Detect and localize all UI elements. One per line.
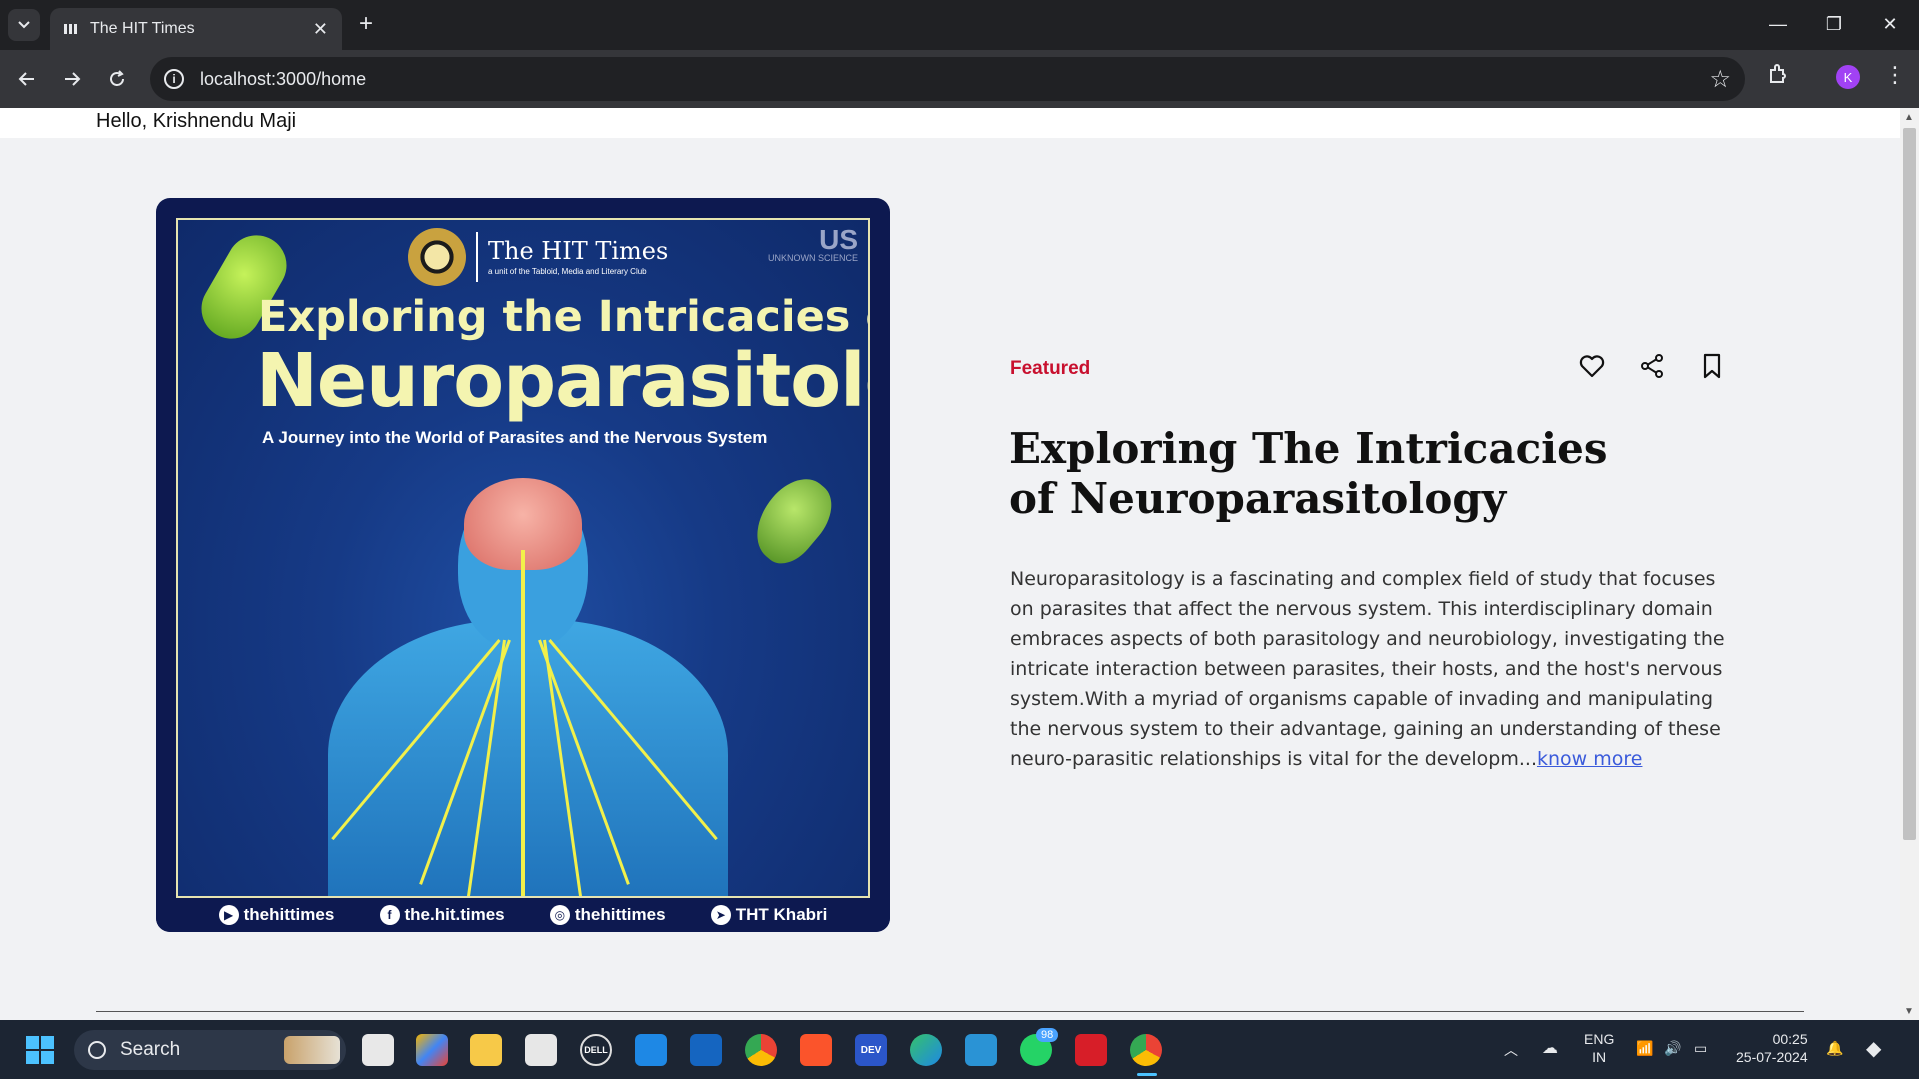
poster-frame: The HIT Times a unit of the Tabloid, Med… — [176, 218, 870, 898]
back-button[interactable] — [10, 62, 44, 96]
social-khabri: ➤ THT Khabri — [710, 905, 827, 925]
active-tab[interactable]: The HIT Times ✕ — [50, 8, 342, 50]
page-scrollbar[interactable]: ▲ ▼ — [1900, 108, 1919, 1020]
play-icon: ➤ — [710, 905, 731, 925]
scrollbar-thumb[interactable] — [1903, 128, 1916, 840]
restore-button[interactable]: ❐ — [1806, 6, 1862, 42]
new-tab-button[interactable]: + — [352, 10, 380, 38]
bookmark-star-icon[interactable]: ☆ — [1709, 65, 1731, 94]
human-body-illustration — [328, 620, 728, 896]
browser-menu-icon[interactable]: ⋮ — [1884, 62, 1906, 88]
taskbar-search[interactable]: Search — [74, 1030, 346, 1070]
profile-avatar[interactable]: K — [1836, 65, 1860, 89]
file-explorer-icon[interactable] — [470, 1034, 502, 1066]
poster-brand-name: The HIT Times — [488, 236, 669, 265]
like-button[interactable] — [1574, 348, 1610, 384]
brave-icon[interactable] — [800, 1034, 832, 1066]
tray-overflow-icon[interactable]: ︿ — [1504, 1040, 1518, 1060]
notepad-icon[interactable] — [965, 1034, 997, 1066]
poster-subheadline: A Journey into the World of Parasites an… — [262, 428, 768, 447]
featured-article-image[interactable]: The HIT Times a unit of the Tabloid, Med… — [156, 198, 890, 932]
poster-brand-sub: a unit of the Tabloid, Media and Literar… — [488, 266, 647, 276]
article-title[interactable]: Exploring The Intricacies of Neuroparasi… — [1009, 424, 1629, 524]
close-window-button[interactable]: ✕ — [1862, 6, 1918, 42]
heart-icon — [1579, 355, 1605, 378]
chevron-down-icon — [18, 21, 30, 29]
social-youtube: ▶ thehittimes — [218, 905, 334, 925]
page-viewport: Hello, Krishnendu Maji The HIT Times a u… — [0, 108, 1900, 1020]
onedrive-icon[interactable]: ☁ — [1542, 1038, 1558, 1058]
taskbar-search-label: Search — [120, 1039, 181, 1060]
whatsapp-badge: 98 — [1036, 1028, 1059, 1042]
facebook-icon: f — [379, 905, 400, 925]
edge-icon[interactable] — [910, 1034, 942, 1066]
poster-social-footer: ▶ thehittimes f the.hit.times ◎ thehittimes… — [156, 898, 890, 932]
url-text[interactable]: localhost:3000/home — [200, 69, 366, 90]
bookmark-icon — [1703, 353, 1721, 379]
college-seal-logo — [408, 228, 466, 286]
dev-app-icon[interactable]: DEV — [855, 1034, 887, 1066]
reload-button[interactable] — [100, 62, 134, 96]
task-view-icon[interactable] — [362, 1034, 394, 1066]
featured-tag: Featured — [1010, 358, 1091, 379]
red-app-icon[interactable] — [1075, 1034, 1107, 1066]
clock-time: 00:25 — [1772, 1031, 1808, 1047]
forward-button[interactable] — [55, 62, 89, 96]
extensions-icon[interactable] — [1766, 62, 1790, 92]
reload-icon — [110, 70, 124, 86]
social-instagram: ◎ thehittimes — [549, 905, 666, 925]
notification-bell-icon[interactable]: 🔔 — [1826, 1040, 1843, 1057]
browser-tab-strip: The HIT Times ✕ + — ❐ ✕ — [0, 0, 1919, 50]
wifi-icon[interactable]: 📶 — [1636, 1040, 1653, 1057]
scroll-down-icon[interactable]: ▼ — [1904, 1006, 1914, 1017]
git-app-icon[interactable] — [416, 1034, 448, 1066]
bookmark-button[interactable] — [1694, 348, 1730, 384]
section-divider — [96, 1011, 1804, 1012]
protozoan-illustration — [741, 466, 845, 574]
site-info-icon[interactable]: i — [164, 69, 184, 89]
instagram-icon: ◎ — [549, 905, 570, 925]
site-favicon-icon — [64, 24, 78, 34]
windows-taskbar: Search DELL DEV — [0, 1020, 1919, 1079]
close-tab-icon[interactable]: ✕ — [313, 19, 328, 40]
forward-arrow-icon — [65, 72, 81, 86]
volume-icon[interactable]: 🔊 — [1664, 1040, 1681, 1057]
article-excerpt: Neuroparasitology is a fascinating and c… — [1010, 564, 1740, 774]
tab-search-button[interactable] — [8, 9, 40, 41]
scroll-up-icon[interactable]: ▲ — [1904, 112, 1914, 123]
language-indicator[interactable]: ENG IN — [1584, 1030, 1614, 1066]
search-icon — [88, 1041, 106, 1059]
active-app-indicator — [1137, 1073, 1157, 1076]
dell-icon[interactable]: DELL — [580, 1034, 612, 1066]
article-excerpt-text: Neuroparasitology is a fascinating and c… — [1010, 568, 1725, 770]
spinal-cord-illustration — [521, 550, 525, 896]
user-greeting: Hello, Krishnendu Maji — [96, 110, 297, 132]
poster-headline-line2: Neuroparasitology — [256, 338, 868, 424]
tab-title: The HIT Times — [90, 20, 195, 37]
clock[interactable]: 00:25 25-07-2024 — [1736, 1030, 1808, 1066]
battery-icon[interactable]: ▭ — [1694, 1040, 1707, 1057]
window-app-icon[interactable] — [690, 1034, 722, 1066]
unknown-science-logo: US UNKNOWN SCIENCE — [767, 224, 858, 263]
clock-date: 25-07-2024 — [1736, 1049, 1808, 1065]
copilot-icon[interactable]: ◆ — [1866, 1036, 1881, 1061]
share-button[interactable] — [1634, 348, 1670, 384]
address-bar[interactable]: i localhost:3000/home ☆ — [150, 57, 1745, 101]
poster-headline-line1: Exploring the Intricacies of — [258, 292, 870, 342]
microsoft-store-icon[interactable] — [525, 1034, 557, 1066]
share-icon — [1641, 354, 1663, 378]
social-facebook: f the.hit.times — [379, 905, 505, 925]
back-arrow-icon — [18, 72, 34, 86]
chrome-icon[interactable] — [745, 1034, 777, 1066]
chrome-active-icon[interactable] — [1130, 1034, 1162, 1066]
minimize-button[interactable]: — — [1750, 6, 1806, 42]
know-more-link[interactable]: know more — [1537, 748, 1642, 770]
poster-brand: The HIT Times a unit of the Tabloid, Med… — [408, 228, 668, 286]
browser-toolbar: i localhost:3000/home ☆ — [0, 50, 1919, 108]
windows-start-icon[interactable] — [26, 1036, 54, 1064]
vscode-icon[interactable] — [635, 1034, 667, 1066]
youtube-icon: ▶ — [218, 905, 239, 925]
greeting-bar: Hello, Krishnendu Maji — [0, 108, 1900, 138]
search-highlight-image — [284, 1036, 340, 1064]
